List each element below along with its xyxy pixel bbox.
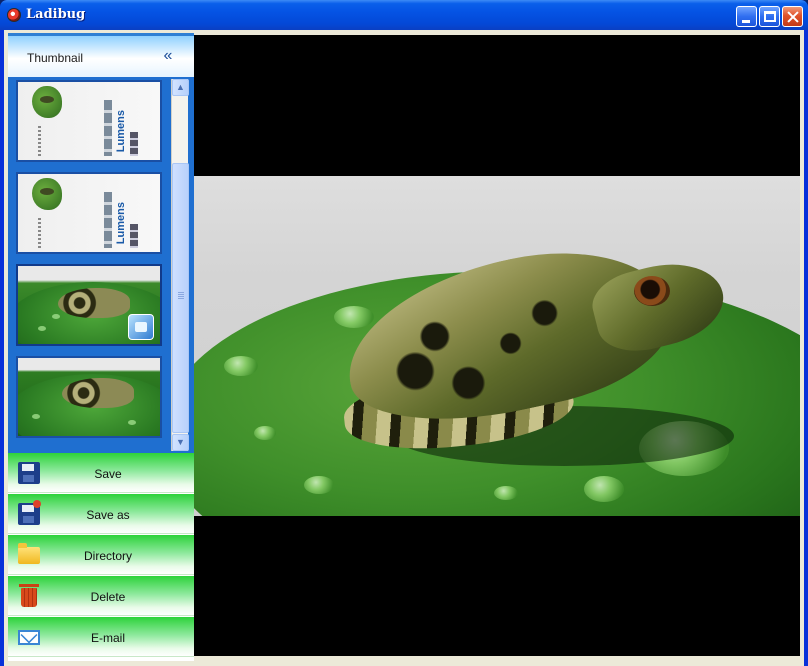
thumbnail-item[interactable]: [16, 356, 162, 438]
preview-photo: [194, 176, 800, 516]
thumbnail-scrollbar[interactable]: ▲ ▼: [171, 79, 189, 451]
window-title: Ladibug: [26, 7, 86, 22]
thumbnail-header: Thumbnail «: [8, 33, 194, 77]
delete-button[interactable]: Delete: [8, 576, 194, 616]
save-as-label: Save as: [86, 508, 130, 522]
maximize-button[interactable]: [759, 6, 780, 27]
directory-label: Directory: [83, 549, 132, 563]
thumbnail-item[interactable]: Lumens: [16, 172, 162, 254]
minimize-icon: [742, 20, 750, 23]
minimize-button[interactable]: [736, 6, 757, 27]
image-preview[interactable]: [194, 35, 800, 656]
maximize-icon: [764, 11, 776, 22]
email-button[interactable]: E-mail: [8, 617, 194, 657]
thumbnail-brand-text: Lumens: [115, 202, 127, 245]
title-bar[interactable]: Ladibug: [0, 0, 808, 30]
thumbnail-brand-text: Lumens: [115, 110, 127, 153]
save-label: Save: [94, 467, 122, 481]
directory-button[interactable]: Directory: [8, 535, 194, 575]
thumbnail-item[interactable]: [16, 264, 162, 346]
save-as-button[interactable]: Save as: [8, 494, 194, 534]
double-chevron-left-icon[interactable]: «: [159, 47, 177, 65]
scroll-up-button[interactable]: ▲: [172, 79, 189, 96]
scroll-down-button[interactable]: ▼: [172, 434, 189, 451]
thumbnail-item[interactable]: Lumens: [16, 80, 162, 162]
thumbnail-list[interactable]: Lumens Lumens ▲ ▼: [8, 77, 194, 453]
app-window: Ladibug Thumbnail « Lumens Lumens ▲ ▼ Sa…: [0, 0, 808, 666]
ladibug-app-icon: [7, 8, 21, 22]
close-button[interactable]: [782, 6, 803, 27]
thumbnail-header-label: Thumbnail: [27, 51, 84, 65]
camera-icon: [128, 314, 154, 340]
email-label: E-mail: [90, 631, 125, 645]
delete-label: Delete: [90, 590, 126, 604]
left-panel: Thumbnail « Lumens Lumens ▲ ▼ Save Save …: [8, 33, 194, 661]
save-button[interactable]: Save: [8, 453, 194, 493]
scroll-thumb[interactable]: [172, 163, 189, 433]
client-area: Thumbnail « Lumens Lumens ▲ ▼ Save Save …: [4, 30, 804, 666]
